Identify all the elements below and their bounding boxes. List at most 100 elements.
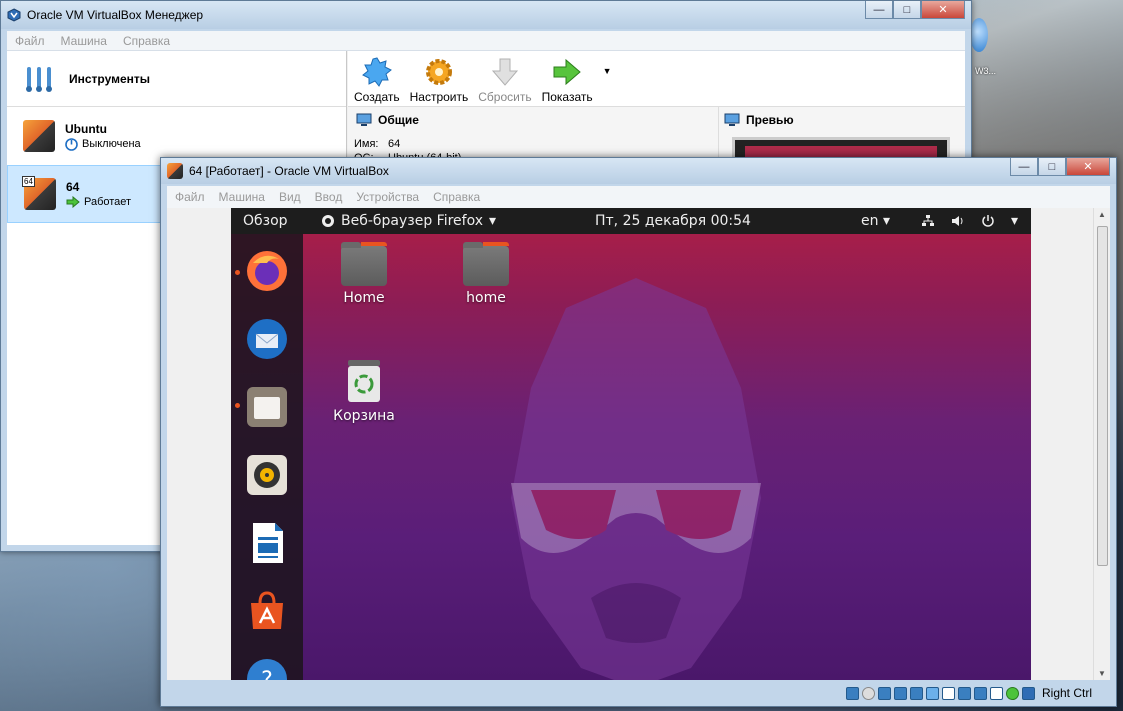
svg-text:?: ? <box>261 668 273 680</box>
manager-title: Oracle VM VirtualBox Менеджер <box>27 8 204 22</box>
manager-toolbar: Создать Настроить Сбросить Показать ▼ <box>348 51 965 107</box>
network-status-icon[interactable] <box>893 686 907 700</box>
dock-thunderbird[interactable] <box>244 316 290 362</box>
general-header[interactable]: Общие <box>356 109 419 131</box>
clock[interactable]: Пт, 25 декабря 00:54 <box>595 213 751 229</box>
tools-label: Инструменты <box>69 71 151 86</box>
vm-display-area: Обзор Веб-браузер Firefox ▾ Пт, 25 декаб… <box>167 208 1110 680</box>
display-icon[interactable] <box>941 686 955 700</box>
guest-status-icon[interactable] <box>1005 686 1019 700</box>
keyboard-layout[interactable]: en ▾ <box>861 213 890 229</box>
app-menu-label: Веб-браузер Firefox <box>341 213 484 229</box>
minimize-button[interactable]: — <box>1010 158 1038 176</box>
vm-menu-help[interactable]: Справка <box>433 190 480 204</box>
manager-menubar: Файл Машина Справка <box>7 31 965 51</box>
minimize-button[interactable]: — <box>865 1 893 19</box>
ubuntu-screen[interactable]: Обзор Веб-браузер Firefox ▾ Пт, 25 декаб… <box>231 208 1031 680</box>
ubuntu-vm-icon <box>23 120 55 152</box>
dock-files[interactable] <box>244 384 290 430</box>
volume-icon <box>952 216 963 226</box>
scroll-down-icon[interactable]: ▼ <box>1098 669 1106 678</box>
mouse-integration-icon[interactable] <box>989 686 1003 700</box>
host-key-icon[interactable] <box>1021 686 1035 700</box>
menu-help[interactable]: Справка <box>123 34 170 48</box>
toolbar-dropdown-icon[interactable]: ▼ <box>603 66 612 76</box>
power-off-icon <box>65 137 78 151</box>
running-indicator <box>235 403 240 408</box>
host-key-label: Right Ctrl <box>1041 686 1092 700</box>
desktop-shortcut-icon[interactable] <box>970 18 988 52</box>
help-icon: ? <box>247 659 287 680</box>
firefox-icon <box>247 251 287 291</box>
hard-disk-icon[interactable] <box>845 686 859 700</box>
desktop-icon-label: home <box>466 290 506 306</box>
rhythmbox-icon <box>247 455 287 495</box>
close-button[interactable]: ✕ <box>921 1 965 19</box>
dock-rhythmbox[interactable] <box>244 452 290 498</box>
vm-menu-machine[interactable]: Машина <box>219 190 265 204</box>
create-star-icon <box>361 57 392 87</box>
activities-button[interactable]: Обзор <box>243 213 288 229</box>
gnome-top-bar: Обзор Веб-браузер Firefox ▾ Пт, 25 декаб… <box>231 208 1031 234</box>
system-tray[interactable]: ▾ <box>921 213 1018 229</box>
vm-menu-input[interactable]: Ввод <box>315 190 343 204</box>
maximize-button[interactable]: □ <box>893 1 921 19</box>
show-button[interactable]: Показать <box>542 56 593 106</box>
scroll-thumb[interactable] <box>1097 226 1108 566</box>
usb-icon[interactable] <box>909 686 923 700</box>
virtualbox-logo-icon <box>7 8 21 22</box>
discard-arrow-icon <box>491 58 519 86</box>
desktop-trash[interactable]: Корзина <box>327 358 401 424</box>
lang-label: en <box>861 213 879 229</box>
dock-firefox[interactable] <box>244 248 290 294</box>
vertical-scrollbar[interactable]: ▲ ▼ <box>1093 208 1110 680</box>
trash-icon <box>348 360 380 402</box>
chevron-down-icon: ▾ <box>489 213 497 229</box>
vm-menu-devices[interactable]: Устройства <box>356 190 419 204</box>
menu-file[interactable]: Файл <box>15 34 45 48</box>
desktop-home-folder-2[interactable]: home <box>453 242 519 306</box>
vm-titlebar[interactable]: 64 [Работает] - Oracle VM VirtualBox <box>161 158 1116 184</box>
cpu-icon[interactable] <box>973 686 987 700</box>
optical-drive-icon[interactable] <box>861 686 875 700</box>
maximize-button[interactable]: □ <box>1038 158 1066 176</box>
close-button[interactable]: ✕ <box>1066 158 1110 176</box>
app-menu[interactable]: Веб-браузер Firefox ▾ <box>321 213 496 229</box>
manager-titlebar[interactable]: Oracle VM VirtualBox Менеджер <box>1 1 971 29</box>
audio-icon[interactable] <box>877 686 891 700</box>
firefox-small-icon <box>322 215 334 227</box>
vm-64-icon: 64 <box>22 176 56 210</box>
settings-button[interactable]: Настроить <box>409 56 469 106</box>
chevron-down-icon: ▾ <box>1011 213 1019 229</box>
desktop-home-folder[interactable]: Home <box>331 242 397 306</box>
vm-badge: 64 <box>22 176 35 187</box>
shared-folders-icon[interactable] <box>925 686 939 700</box>
tools-item[interactable]: Инструменты <box>7 51 346 107</box>
preview-header[interactable]: Превью <box>724 109 794 131</box>
vm-statusbar: Right Ctrl <box>167 682 1110 704</box>
video-capture-icon[interactable] <box>957 686 971 700</box>
menu-machine[interactable]: Машина <box>61 34 107 48</box>
name-value: 64 <box>388 138 401 150</box>
vm-window-icon <box>167 163 183 179</box>
dock-software[interactable] <box>244 588 290 634</box>
gorilla-wallpaper-graphic <box>511 278 761 680</box>
running-indicator <box>235 270 240 275</box>
vm-menu-file[interactable]: Файл <box>175 190 205 204</box>
settings-label: Настроить <box>409 90 469 104</box>
desktop-icon-label: Корзина <box>333 408 395 424</box>
ubuntu-dock: ? <box>231 234 303 680</box>
dock-libreoffice-writer[interactable] <box>244 520 290 566</box>
discard-button[interactable]: Сбросить <box>478 56 532 106</box>
show-arrow-icon <box>553 58 581 86</box>
create-button[interactable]: Создать <box>354 56 400 106</box>
tools-icon <box>26 66 52 92</box>
name-key: Имя: <box>354 138 379 150</box>
scroll-up-icon[interactable]: ▲ <box>1098 210 1106 219</box>
thunderbird-icon <box>247 319 287 359</box>
chevron-down-icon: ▾ <box>882 213 890 229</box>
vm-menu-view[interactable]: Вид <box>279 190 301 204</box>
monitor-icon <box>356 113 372 126</box>
vm-state: Работает <box>84 196 132 208</box>
dock-help[interactable]: ? <box>244 656 290 680</box>
